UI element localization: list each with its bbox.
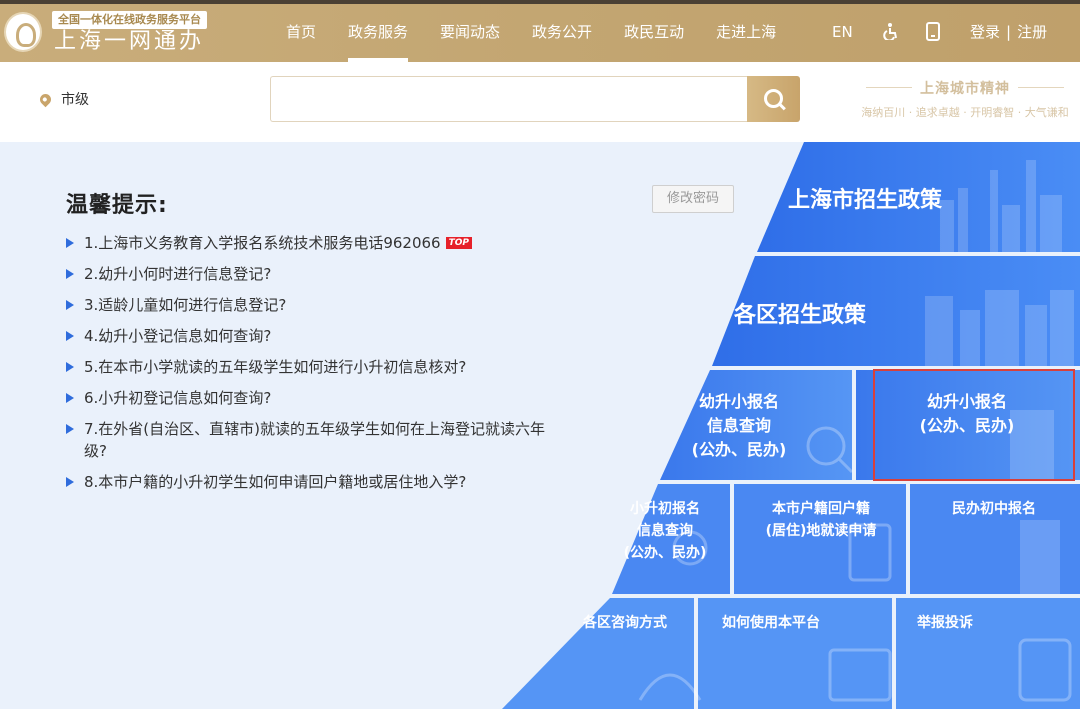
tip-item[interactable]: 5.在本市小学就读的五年级学生如何进行小升初信息核对?	[66, 356, 556, 378]
nav-item-home[interactable]: 首页	[270, 0, 332, 62]
middle-registration-query-tile[interactable]: 小升初报名 信息查询 (公办、民办)	[600, 498, 730, 564]
register-link[interactable]: 注册	[1017, 23, 1047, 41]
tip-text: 3.适龄儿童如何进行信息登记?	[84, 296, 287, 314]
language-switch[interactable]: EN	[832, 0, 853, 64]
location-label: 市级	[61, 92, 89, 108]
tips-title: 温馨提示:	[66, 193, 168, 218]
tile-line: (公办、民办)	[623, 545, 707, 561]
tip-item[interactable]: 3.适龄儿童如何进行信息登记?	[66, 294, 556, 316]
tile-line: 本市户籍回户籍	[772, 501, 870, 517]
tile-line: 各区咨询方式	[583, 615, 667, 631]
tile-line: 如何使用本平台	[722, 615, 820, 631]
tips-list: 1.上海市义务教育入学报名系统技术服务电话962066 TOP 2.幼升小何时进行…	[66, 232, 556, 502]
auth-separator: |	[1006, 23, 1012, 41]
nav-item-government-services[interactable]: 政务服务	[332, 0, 424, 62]
hukou-return-application-tile[interactable]: 本市户籍回户籍 (居住)地就读申请	[740, 498, 902, 542]
nav-item-news[interactable]: 要闻动态	[424, 0, 516, 62]
tile-line: (公办、民办)	[919, 416, 1015, 435]
tip-text: 6.小升初登记信息如何查询?	[84, 389, 272, 407]
tip-text: 2.幼升小何时进行信息登记?	[84, 265, 272, 283]
tile-line: 幼升小报名	[698, 392, 779, 411]
district-enrollment-policy-tile[interactable]: 各区招生政策	[700, 297, 900, 329]
tile-line: (公办、民办)	[691, 440, 787, 459]
tile-line: 幼升小报名	[926, 392, 1007, 411]
nav-item-interaction[interactable]: 政民互动	[608, 0, 700, 62]
tip-item[interactable]: 7.在外省(自治区、直辖市)就读的五年级学生如何在上海登记就读六年级?	[66, 418, 556, 462]
tip-text: 4.幼升小登记信息如何查询?	[84, 327, 272, 345]
private-middle-registration-tile[interactable]: 民办初中报名	[912, 498, 1076, 520]
header-bar: 全国一体化在线政务服务平台 上海一网通办 首页 政务服务 要闻动态 政务公开 政…	[0, 0, 1080, 62]
shanghai-logo-icon[interactable]	[4, 12, 42, 52]
tip-item[interactable]: 8.本市户籍的小升初学生如何申请回户籍地或居住地入学?	[66, 471, 556, 493]
tip-item[interactable]: 4.幼升小登记信息如何查询?	[66, 325, 556, 347]
brand-subtitle: 全国一体化在线政务服务平台	[52, 11, 207, 29]
change-password-button[interactable]: 修改密码	[652, 185, 734, 213]
report-complaint-tile[interactable]: 举报投诉	[900, 612, 990, 632]
city-spirit-motto: 海纳百川 · 追求卓越 · 开明睿智 · 大气谦和	[861, 106, 1069, 119]
tile-line: 信息查询	[706, 416, 771, 435]
city-enrollment-policy-label: 上海市招生政策	[787, 188, 942, 213]
location-pin-icon	[37, 91, 54, 107]
mobile-icon[interactable]	[926, 22, 940, 41]
primary-registration-tile[interactable]: 幼升小报名 (公办、民办)	[880, 390, 1054, 438]
nav-item-about-shanghai[interactable]: 走进上海	[700, 0, 792, 62]
auth-links: 登录 | 注册	[970, 0, 1047, 64]
tip-item[interactable]: 6.小升初登记信息如何查询?	[66, 387, 556, 409]
primary-registration-query-tile[interactable]: 幼升小报名 信息查询 (公办、民办)	[666, 390, 812, 462]
city-spirit-title: 上海城市精神	[860, 78, 1070, 98]
tile-line: 民办初中报名	[952, 501, 1036, 517]
tile-line: 小升初报名	[630, 501, 700, 517]
nav-item-open-government[interactable]: 政务公开	[516, 0, 608, 62]
tile-line: 信息查询	[637, 523, 693, 539]
tile-line: 举报投诉	[917, 615, 973, 631]
location-selector[interactable]: 市级	[37, 89, 89, 109]
city-enrollment-policy-tile[interactable]: 上海市招生政策	[760, 182, 970, 214]
how-to-use-tile[interactable]: 如何使用本平台	[704, 612, 838, 632]
tip-item[interactable]: 2.幼升小何时进行信息登记?	[66, 263, 556, 285]
district-contact-tile[interactable]: 各区咨询方式	[570, 612, 680, 632]
main-nav: 首页 政务服务 要闻动态 政务公开 政民互动 走进上海	[270, 0, 792, 62]
search-button[interactable]	[747, 76, 800, 122]
top-badge: TOP	[445, 237, 472, 249]
brand-title[interactable]: 上海一网通办	[54, 29, 204, 55]
search-input[interactable]	[270, 76, 748, 122]
tile-line: (居住)地就读申请	[765, 523, 877, 539]
tip-text: 7.在外省(自治区、直辖市)就读的五年级学生如何在上海登记就读六年级?	[84, 420, 546, 460]
tip-item[interactable]: 1.上海市义务教育入学报名系统技术服务电话962066 TOP	[66, 232, 556, 254]
accessibility-icon[interactable]	[882, 22, 900, 40]
search-strip: 市级 上海城市精神 海纳百川 · 追求卓越 · 开明睿智 · 大气谦和	[0, 62, 1080, 142]
tip-text: 1.上海市义务教育入学报名系统技术服务电话962066	[84, 234, 441, 252]
login-link[interactable]: 登录	[970, 23, 1000, 41]
district-enrollment-policy-label: 各区招生政策	[733, 303, 866, 328]
tip-text: 8.本市户籍的小升初学生如何申请回户籍地或居住地入学?	[84, 473, 467, 491]
tip-text: 5.在本市小学就读的五年级学生如何进行小升初信息核对?	[84, 358, 467, 376]
